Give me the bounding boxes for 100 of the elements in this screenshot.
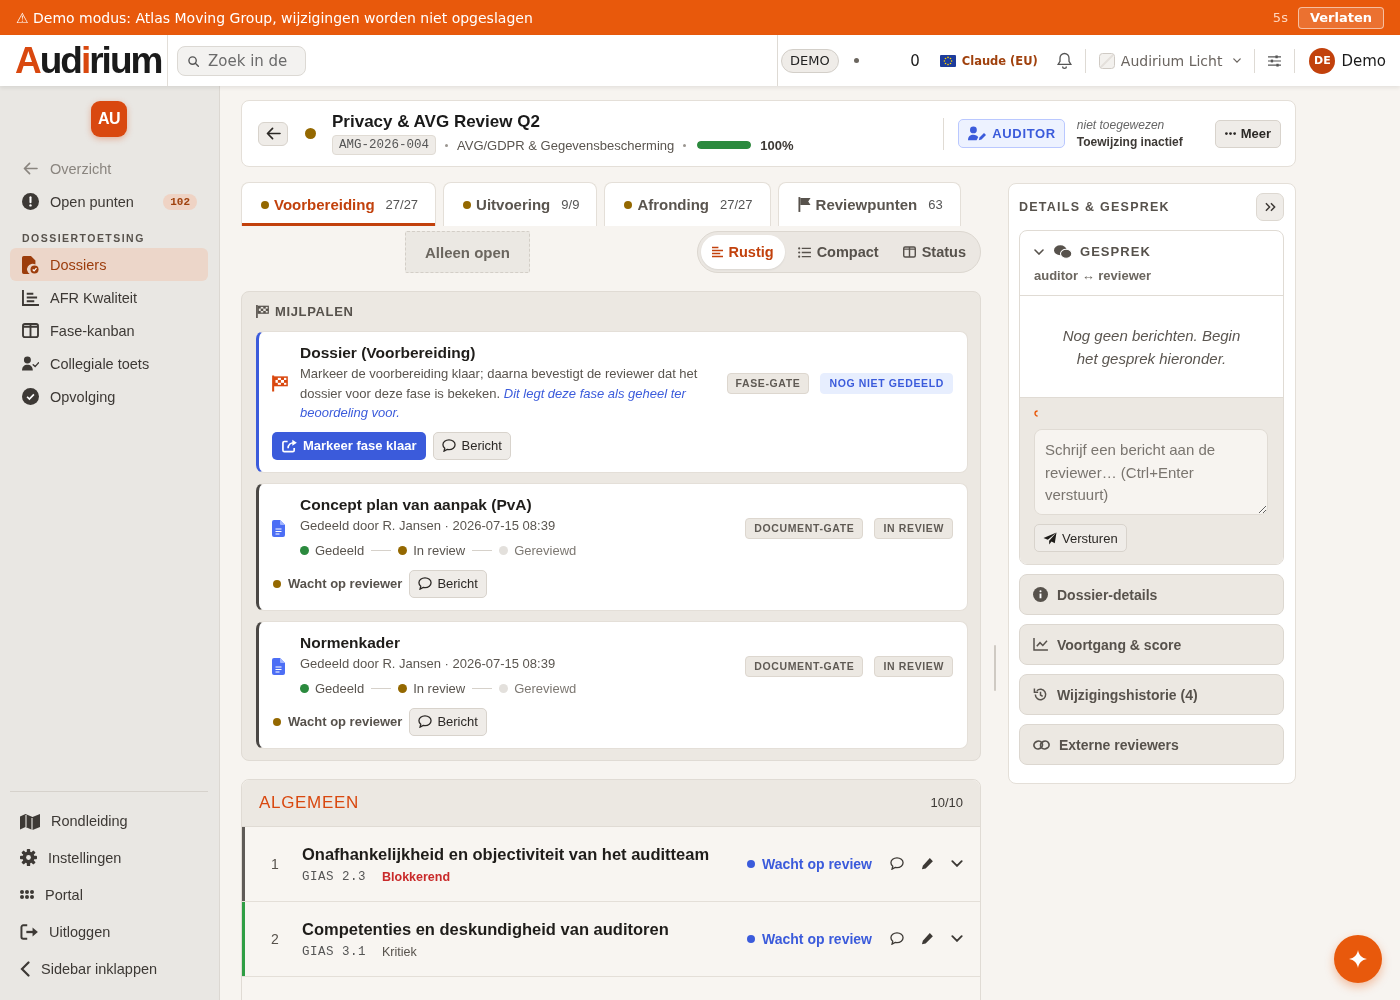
search-icon [188,55,199,67]
share-icon [282,438,297,453]
phase-tab[interactable]: Voorbereiding 27/27 [241,182,437,226]
checkered-flag-icon [272,374,288,392]
step-label: In review [413,681,466,696]
pencil-icon [920,932,934,945]
resize-handle[interactable] [993,645,996,691]
accordion-section[interactable]: Dossier-details [1019,574,1284,615]
filter-button[interactable]: Alleen open [405,231,530,273]
empty-message: Nog geen berichten. Begin het gesprek hieronder. [1061,325,1242,369]
flag-icon [797,197,811,212]
message-button[interactable]: Bericht [409,707,487,736]
theme-swatch-icon [1098,52,1115,69]
severity-label: Blokkerend [382,869,451,884]
align-left-icon [711,246,723,258]
milestone-title: Concept plan van aanpak (PvA) [300,495,533,514]
sidebar-item[interactable]: Dossiers [10,248,208,281]
user-avatar: DE [1309,47,1336,74]
conversation-participants: auditor ↔ reviewer [1034,268,1153,283]
workspace-avatar[interactable]: AU [91,101,127,137]
check-circle-icon [22,388,39,405]
gate-tag: IN REVIEW [874,517,953,539]
assignment-status: Toewijzing inactief [1076,133,1183,151]
norm-code: GIAS 2.3 [302,869,366,884]
chevron-left-icon [20,960,30,977]
sidebar-item[interactable]: AFR Kwaliteit [10,281,208,314]
review-status: Wacht op review [762,855,872,872]
status-dot-icon [624,200,633,209]
banner-text: ⚠ Demo modus: Atlas Moving Group, wijzigingen worden niet opgeslagen [16,9,534,26]
message-button[interactable]: Bericht [409,569,487,598]
mode-badge: DEMO [781,48,839,73]
view-mode-option[interactable]: Compact [786,235,890,269]
counter-text: 0 [910,51,920,70]
message-input[interactable]: Schrijf een bericht aan de reviewer… (Ctrl+Enter verstuurt) [1034,429,1268,515]
sidebar-item[interactable]: Uitloggen [10,913,208,950]
milestone-title: Normenkader [300,633,401,652]
sidebar-item[interactable]: Open punten 102 [10,185,208,218]
pencil-icon [920,857,934,870]
sidebar-item[interactable]: Rondleiding [10,802,208,839]
accordion-section[interactable]: Externe reviewers [1019,724,1284,765]
accordion-section[interactable]: Wijzigingshistorie (4) [1019,674,1284,715]
theme-selector[interactable]: Audirium Licht [1095,52,1245,69]
phase-tab[interactable]: Uitvoering 9/9 [443,182,598,226]
role-button[interactable]: AUDITOR [958,119,1065,148]
history-icon [1033,687,1048,702]
user-menu[interactable]: DE Demo [1305,47,1386,74]
ai-model-button[interactable]: Claude (EU) [937,53,1040,68]
sidebar-item[interactable]: Sidebar inklappen [10,950,208,987]
send-button[interactable]: Versturen [1034,524,1127,552]
sidebar-item[interactable]: Fase-kanban [10,314,208,347]
sidebar-item[interactable]: Instellingen [10,839,208,876]
line-chart-icon [1033,638,1048,651]
step-label: Gedeeld [315,543,365,558]
message-button[interactable]: Bericht [433,431,511,460]
arrow-left-icon [265,127,281,140]
section-label: DOSSIERTOETSING [22,231,146,246]
collapse-panel-button[interactable] [1256,193,1284,221]
tab-count: 9/9 [561,197,580,212]
columns-icon [22,323,39,338]
list-icon [797,246,811,258]
file-check-icon [22,255,39,274]
review-row[interactable]: 2 Competenties en deskundigheid van auditoren GIAS 3.1 Kritiek Wacht op review [242,901,980,977]
review-status: Wacht op review [762,930,872,947]
sidebar-item[interactable]: Collegiale toets [10,347,208,380]
logo[interactable]: Audirium [15,42,162,79]
step-label: In review [413,543,466,558]
milestone-description: Markeer de voorbereiding klaar; daarna bevestigt de reviewer dat het dossier voor deze fase is bekeken. Dit legt deze fase als geheel ter beoordeling voor. [300,365,699,422]
more-button[interactable]: Meer [1214,119,1281,148]
phase-tab[interactable]: Reviewpunten 63 [777,182,961,226]
chevron-down-icon [1233,58,1242,63]
conversation-toggle[interactable]: GESPREK [1034,244,1151,259]
back-button[interactable] [258,121,288,146]
status-dot-icon [273,717,281,726]
map-icon [20,811,40,830]
countdown-text: 5s [1272,10,1288,25]
status-dot-icon [853,58,859,63]
waiting-status: Wacht op reviewer [288,576,403,591]
view-mode-option[interactable]: Status [891,235,977,269]
review-point-title: Onafhankelijkheid en objectiviteit van het auditteam [302,843,711,864]
chevron-down-icon [951,860,963,867]
mark-ready-button[interactable]: Markeer fase klaar [272,431,427,460]
gate-tag: IN REVIEW [874,655,953,677]
search-field[interactable]: Zoek in de [177,45,306,76]
assistant-button[interactable] [1334,935,1382,983]
sidebar-item[interactable]: Opvolging [10,380,208,413]
view-mode-option[interactable]: Rustig [700,235,785,269]
columns-icon [902,246,916,258]
waiting-status: Wacht op reviewer [288,714,403,729]
review-row[interactable]: 1 Onafhankelijkheid en objectiviteit van het auditteam GIAS 2.3 Blokkerend Wacht op review [242,826,980,902]
status-dot-icon [463,200,472,209]
gate-tag: DOCUMENT-GATE [745,655,864,677]
gate-tag: NOG NIET GEDEELD [820,372,953,394]
phase-tab[interactable]: Afronding 27/27 [604,182,771,226]
info-icon [1033,587,1048,602]
sparkle-icon [1349,950,1367,968]
gate-tag: DOCUMENT-GATE [745,517,864,539]
flag-icon [939,54,956,67]
milestone-meta: Gedeeld door R. Jansen · 2026-07-15 08:39 [300,654,557,673]
accordion-section[interactable]: Voortgang & score [1019,624,1284,665]
sidebar-item[interactable]: Portal [10,876,208,913]
